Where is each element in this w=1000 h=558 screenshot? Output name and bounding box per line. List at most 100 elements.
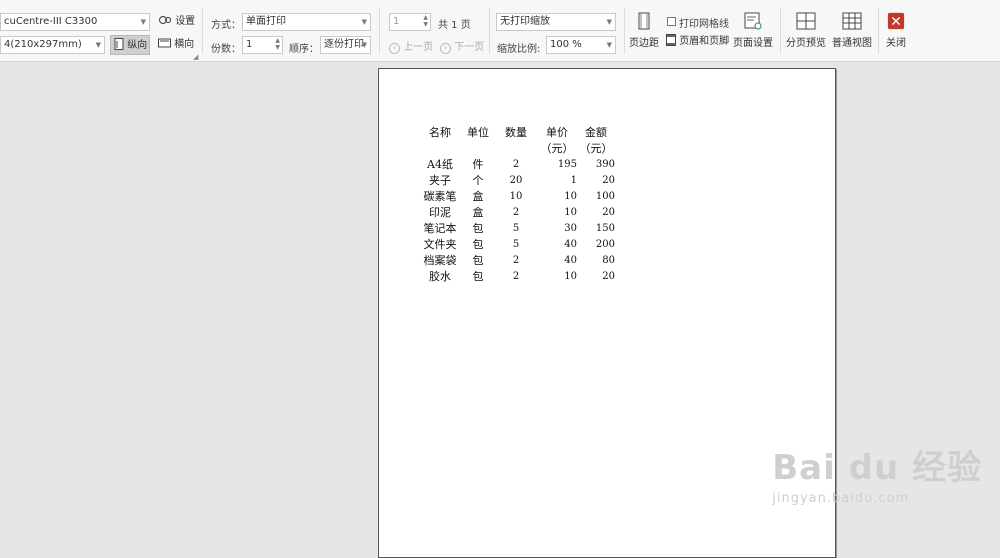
page-setup-label: 页面设置 [733,38,773,49]
portrait-button[interactable]: 纵向 [110,35,150,55]
toolbar-separator [489,8,490,54]
cell-name: 笔记本 [423,222,457,235]
scaling-mode-select[interactable]: 无打印缩放 ▼ [496,13,616,31]
printer-select-value: cuCentre-III C3300 [4,16,98,27]
column-header-qty: 数量 [505,126,527,139]
copies-stepper[interactable]: 1 ▲ ▼ [242,36,283,54]
margins-button[interactable]: 页边距 [628,12,660,49]
landscape-button[interactable]: 横向 [158,35,194,55]
group-expand-icon[interactable]: ◢ [193,53,198,61]
header-footer-label: 页眉和页脚 [679,36,730,47]
cell-price: 40 [564,238,577,250]
print-mode-value: 单面打印 [246,16,286,27]
collate-order-select[interactable]: 逐份打印 ▼ [320,36,371,54]
normal-view-button[interactable]: 普通视图 [832,12,872,49]
arrow-right-circle-icon: › [440,43,451,54]
cell-qty: 2 [512,158,520,170]
next-page-button[interactable]: › 下一页 [440,38,484,54]
close-icon [887,12,905,30]
page-break-preview-icon [796,12,816,30]
mode-label: 方式： [211,20,241,31]
cell-qty: 2 [512,206,520,218]
header-row: 名称 单位 数量 单价 （元） 金额 （元） [419,124,615,156]
table-row: 碳素笔 盒 10 10 100 [419,188,616,204]
column-header-amount: 金额 （元） [577,124,615,156]
cell-price: 1 [570,174,577,186]
column-header-price-line1: 单价 [546,126,568,139]
page-break-preview-label: 分页预览 [786,38,826,49]
cell-unit: 盒 [472,206,484,219]
page-number-value: 1 [393,16,400,27]
spin-arrows-icon[interactable]: ▲ ▼ [423,14,428,28]
column-header-price: 单价 （元） [537,124,577,156]
margins-icon [638,12,650,30]
cell-qty: 10 [509,190,523,202]
spin-arrows-icon[interactable]: ▲ ▼ [275,37,280,51]
toolbar-separator [379,8,380,54]
print-gridlines-checkbox[interactable] [667,17,676,26]
order-label: 顺序： [289,44,319,55]
cell-unit: 个 [472,174,484,187]
cell-qty: 2 [512,254,520,266]
print-preview-page: 名称 单位 数量 单价 （元） 金额 （元） A4纸 件 2 195 390 夹… [378,68,836,558]
copies-value: 1 [246,39,253,50]
chevron-down-icon: ▼ [140,18,146,26]
portrait-page-icon [114,38,124,50]
portrait-label: 纵向 [127,40,148,51]
page-number-input[interactable]: 1 ▲ ▼ [389,13,431,31]
chevron-down-icon: ▼ [606,18,612,26]
grid-view-icon [842,12,862,30]
cell-amount: 80 [602,254,615,266]
landscape-label: 横向 [174,39,195,50]
print-gridlines-label: 打印网格线 [679,19,729,30]
printer-settings-button[interactable]: 设置 [158,12,195,32]
page-break-preview-button[interactable]: 分页预览 [786,12,826,49]
next-page-label: 下一页 [454,42,485,53]
cell-name: 文件夹 [423,238,457,251]
toolbar-separator [202,8,203,54]
scale-percent-select[interactable]: 100 % ▼ [546,36,616,54]
close-preview-button[interactable]: 关闭 [882,12,910,49]
scale-percent-value: 100 % [550,39,582,50]
cell-unit: 包 [472,254,484,267]
cell-unit: 包 [472,270,484,283]
spreadsheet-table: 名称 单位 数量 单价 （元） 金额 （元） A4纸 件 2 195 390 夹… [419,124,616,284]
normal-view-label: 普通视图 [832,38,872,49]
cell-price: 10 [564,270,577,282]
page-setup-icon [744,12,762,30]
toolbar-separator [780,8,781,54]
cell-price: 195 [557,158,577,170]
toolbar-separator [878,8,879,54]
arrow-left-circle-icon: ‹ [389,43,400,54]
chevron-down-icon: ▼ [361,18,367,26]
print-mode-select[interactable]: 单面打印 ▼ [242,13,371,31]
cell-unit: 件 [472,158,484,171]
chevron-down-icon: ▼ [95,41,101,49]
table-row: 胶水 包 2 10 20 [419,268,615,284]
scale-label: 缩放比例: [497,44,541,55]
baidu-jingyan-watermark: Bai du 经验 jingyan.baidu.com [772,440,982,506]
column-header-amount-line1: 金额 [585,126,607,139]
prev-page-button[interactable]: ‹ 上一页 [389,38,433,54]
page-setup-button[interactable]: 页面设置 [733,12,773,49]
table-row: 夹子 个 20 1 20 [419,172,615,188]
cell-amount: 20 [602,206,615,218]
column-header-price-line2: （元） [540,142,574,155]
cell-amount: 20 [602,270,615,282]
cell-name: 胶水 [429,270,451,283]
close-label: 关闭 [886,38,906,49]
cell-amount: 100 [595,190,615,202]
paper-size-select[interactable]: 4(210x297mm) ▼ [0,36,105,54]
header-footer-button[interactable]: 页眉和页脚 [666,32,729,52]
cell-price: 10 [564,190,577,202]
scaling-mode-value: 无打印缩放 [500,16,550,27]
watermark-url: jingyan.baidu.com [772,491,910,506]
cell-amount: 390 [595,158,615,170]
cell-name: 碳素笔 [423,190,457,203]
header-footer-icon [666,34,676,46]
printer-select[interactable]: cuCentre-III C3300 ▼ [0,13,150,31]
total-pages-text: 共 1 页 [438,20,471,31]
cell-name: A4纸 [427,158,453,171]
margins-label: 页边距 [629,38,659,49]
cell-unit: 盒 [472,190,484,203]
